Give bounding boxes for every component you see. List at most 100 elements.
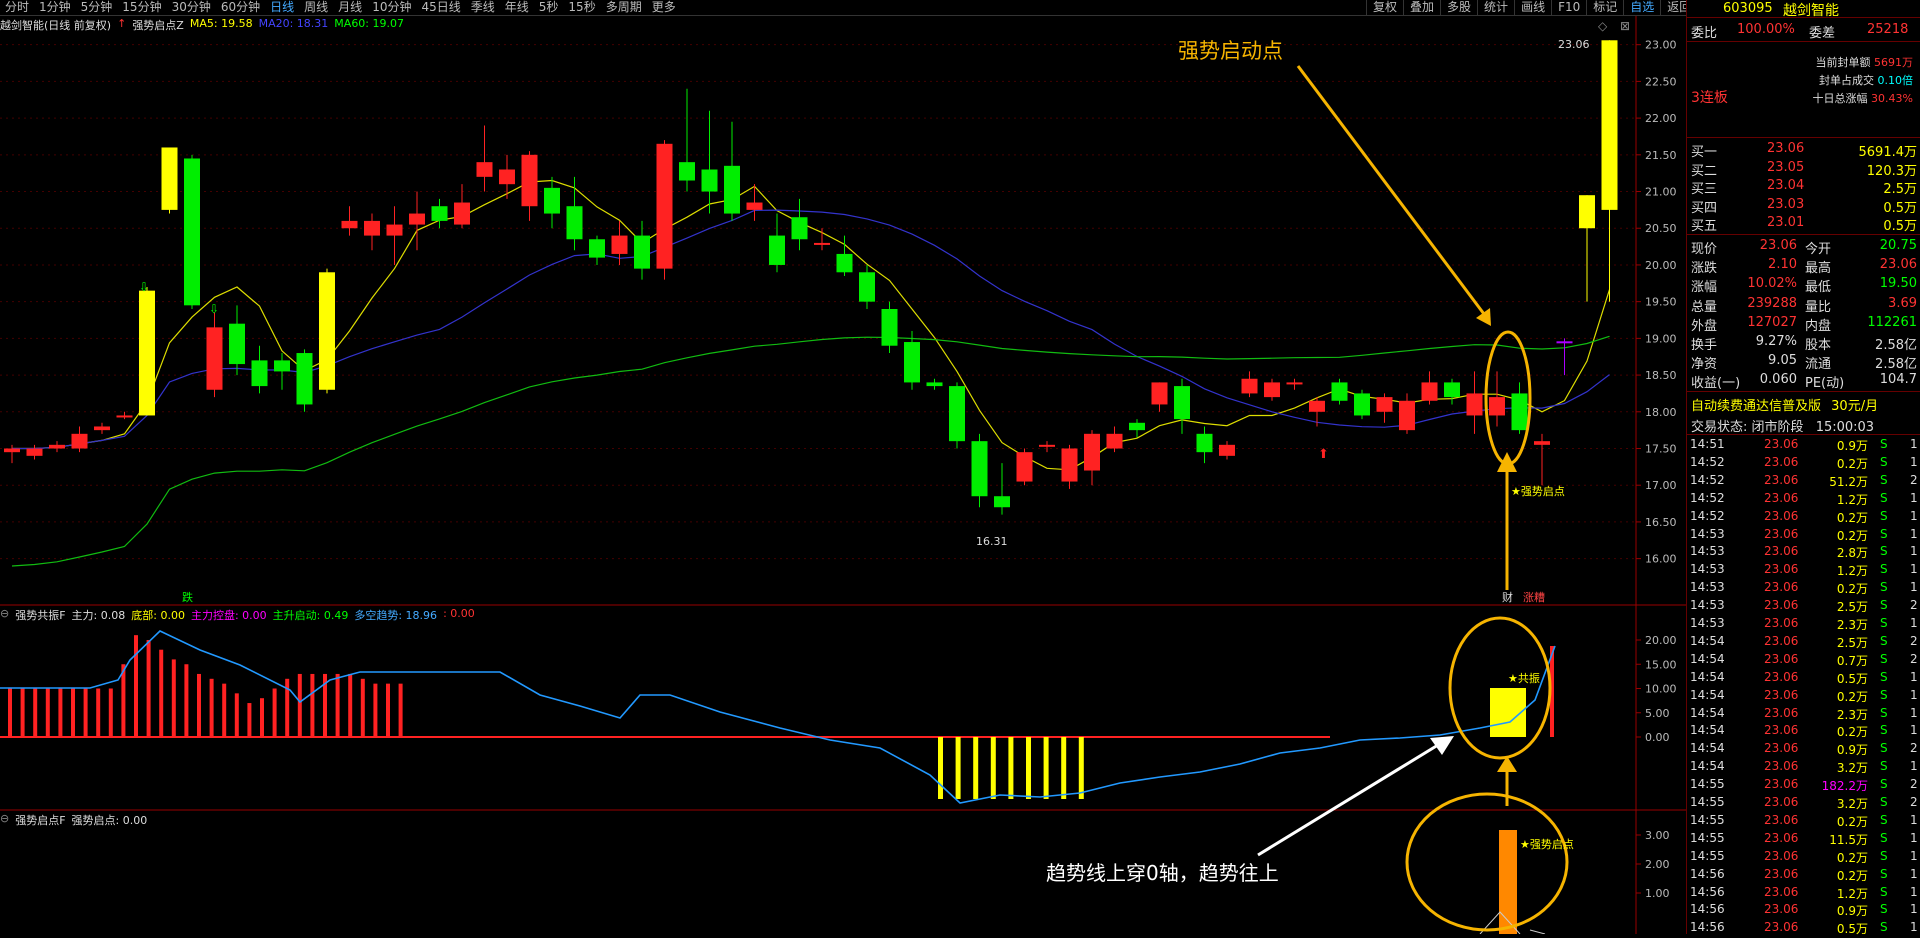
tick-row: 14:55 23.06 0.2万 S 1	[1690, 849, 1920, 867]
quote-label: 最高	[1805, 261, 1832, 277]
quote-value: 112261	[1867, 314, 1917, 330]
quote-label: 股本	[1805, 338, 1832, 353]
candle-body	[116, 415, 133, 418]
tick-t: 14:54	[1690, 741, 1725, 756]
resonance-bar	[184, 664, 189, 737]
status-row: 交易状态: 闭市阶段 15:00:03	[1691, 420, 1875, 435]
tick-n: 2	[1910, 651, 1918, 666]
tick-row: 14:56 23.06 0.9万 S 1	[1690, 902, 1920, 920]
close-icon[interactable]: ⊠	[1620, 19, 1630, 33]
price-axis-label: 18.50	[1645, 369, 1677, 382]
tick-s: S	[1880, 884, 1888, 899]
buy-level-price: 23.05	[1767, 159, 1805, 175]
resonance-bar	[108, 688, 113, 737]
tick-s: S	[1880, 580, 1888, 595]
tick-row: 14:53 23.06 1.2万 S 1	[1690, 562, 1920, 580]
buy-level-price: 23.03	[1767, 196, 1805, 212]
tick-n: 1	[1910, 723, 1918, 738]
candle-body	[1399, 400, 1415, 431]
quote-value: 3.69	[1888, 295, 1917, 311]
tick-row: 14:55 23.06 0.2万 S 1	[1690, 813, 1920, 831]
tick-s: S	[1880, 437, 1888, 451]
candle-body	[1534, 441, 1550, 445]
resonance-bar	[159, 649, 164, 737]
tick-t: 14:52	[1690, 472, 1725, 487]
candle-body	[206, 327, 223, 390]
tick-v: 0.2万	[1836, 689, 1868, 704]
quote-label: 今开	[1805, 242, 1832, 257]
resonance-bar	[71, 688, 75, 737]
ad-row[interactable]: 自动续费通达信普及版 30元/月	[1691, 395, 1878, 414]
high-price-label: 23.06	[1558, 38, 1590, 51]
bottom-bar	[938, 737, 943, 799]
tick-p: 23.06	[1764, 562, 1799, 577]
buy-level-volume: 120.3万	[1866, 163, 1917, 179]
buy-level-volume: 0.5万	[1883, 219, 1917, 234]
stock-name: 越剑智能	[1783, 3, 1839, 19]
candle-body	[476, 162, 493, 177]
candle-body	[1196, 433, 1213, 453]
candle-body	[881, 309, 898, 346]
tick-v: 0.2万	[1836, 510, 1868, 525]
candle-body	[521, 154, 538, 207]
quote-label: 量比	[1805, 299, 1832, 315]
resonance-bar	[335, 673, 340, 737]
quote-value: 239288	[1747, 295, 1797, 311]
tick-p: 23.06	[1764, 633, 1799, 648]
tick-p: 23.06	[1764, 777, 1799, 792]
buy-level-label: 买三	[1691, 182, 1718, 197]
price-axis-label: 20.00	[1645, 259, 1677, 272]
tick-t: 14:54	[1690, 669, 1725, 684]
tick-n: 1	[1910, 669, 1918, 684]
candle-body	[1061, 448, 1078, 482]
tick-v: 182.2万	[1821, 779, 1868, 794]
tick-n: 1	[1910, 884, 1918, 899]
weibi-row: 委比 100.00% 委差 25218	[1687, 22, 1920, 41]
price-axis-label: 21.00	[1645, 186, 1677, 199]
tick-s: S	[1880, 902, 1888, 917]
tick-row: 14:53 23.06 0.2万 S 1	[1690, 527, 1920, 545]
weibi-value: 100.00%	[1737, 22, 1795, 37]
resonance-bar	[398, 683, 403, 737]
candle-body	[4, 448, 20, 453]
tick-t: 14:54	[1690, 723, 1725, 738]
resonance-bar	[297, 673, 302, 737]
candle-body	[994, 496, 1010, 508]
quote-label: 外盘	[1691, 318, 1718, 334]
tick-n: 1	[1910, 705, 1918, 720]
price-axis-label: 20.50	[1645, 222, 1677, 235]
candle-body	[1511, 393, 1528, 431]
tick-n: 1	[1910, 508, 1918, 523]
tick-t: 14:56	[1690, 920, 1725, 935]
price-axis-label: 17.00	[1645, 479, 1677, 492]
candle-body	[1376, 397, 1393, 412]
tick-p: 23.06	[1764, 490, 1799, 505]
diamond-icon[interactable]: ◇	[1598, 19, 1608, 33]
tick-s: S	[1880, 812, 1888, 827]
tick-n: 1	[1910, 454, 1918, 469]
tick-n: 1	[1910, 759, 1918, 774]
candle-body	[634, 235, 650, 269]
kline-chart[interactable]: 23.00 22.50 22.00 21.50 21.00 20.50 20.00 19.50…	[0, 0, 1686, 934]
tick-s: S	[1880, 866, 1888, 881]
tick-row: 14:52 23.06 51.2万 S 2	[1690, 473, 1920, 491]
candle-body	[724, 165, 740, 214]
tick-p: 23.06	[1764, 687, 1799, 702]
tick-p: 23.06	[1764, 884, 1799, 899]
tick-t: 14:53	[1690, 562, 1725, 577]
candle-body	[1421, 382, 1438, 401]
candle-body	[296, 353, 313, 405]
tick-s: S	[1880, 741, 1888, 756]
tick-s: S	[1880, 544, 1888, 559]
stock-code: 603095	[1723, 1, 1773, 16]
tick-row: 14:54 23.06 0.2万 S 1	[1690, 723, 1920, 741]
tick-t: 14:54	[1690, 687, 1725, 702]
tick-n: 1	[1910, 687, 1918, 702]
resonance-bar	[171, 659, 176, 737]
resonance-bar	[209, 678, 214, 737]
tick-p: 23.06	[1764, 795, 1799, 809]
tick-n: 1	[1910, 848, 1918, 863]
buy-level-price: 23.01	[1767, 215, 1805, 230]
tick-t: 14:56	[1690, 884, 1725, 899]
candle-body	[1219, 444, 1235, 456]
